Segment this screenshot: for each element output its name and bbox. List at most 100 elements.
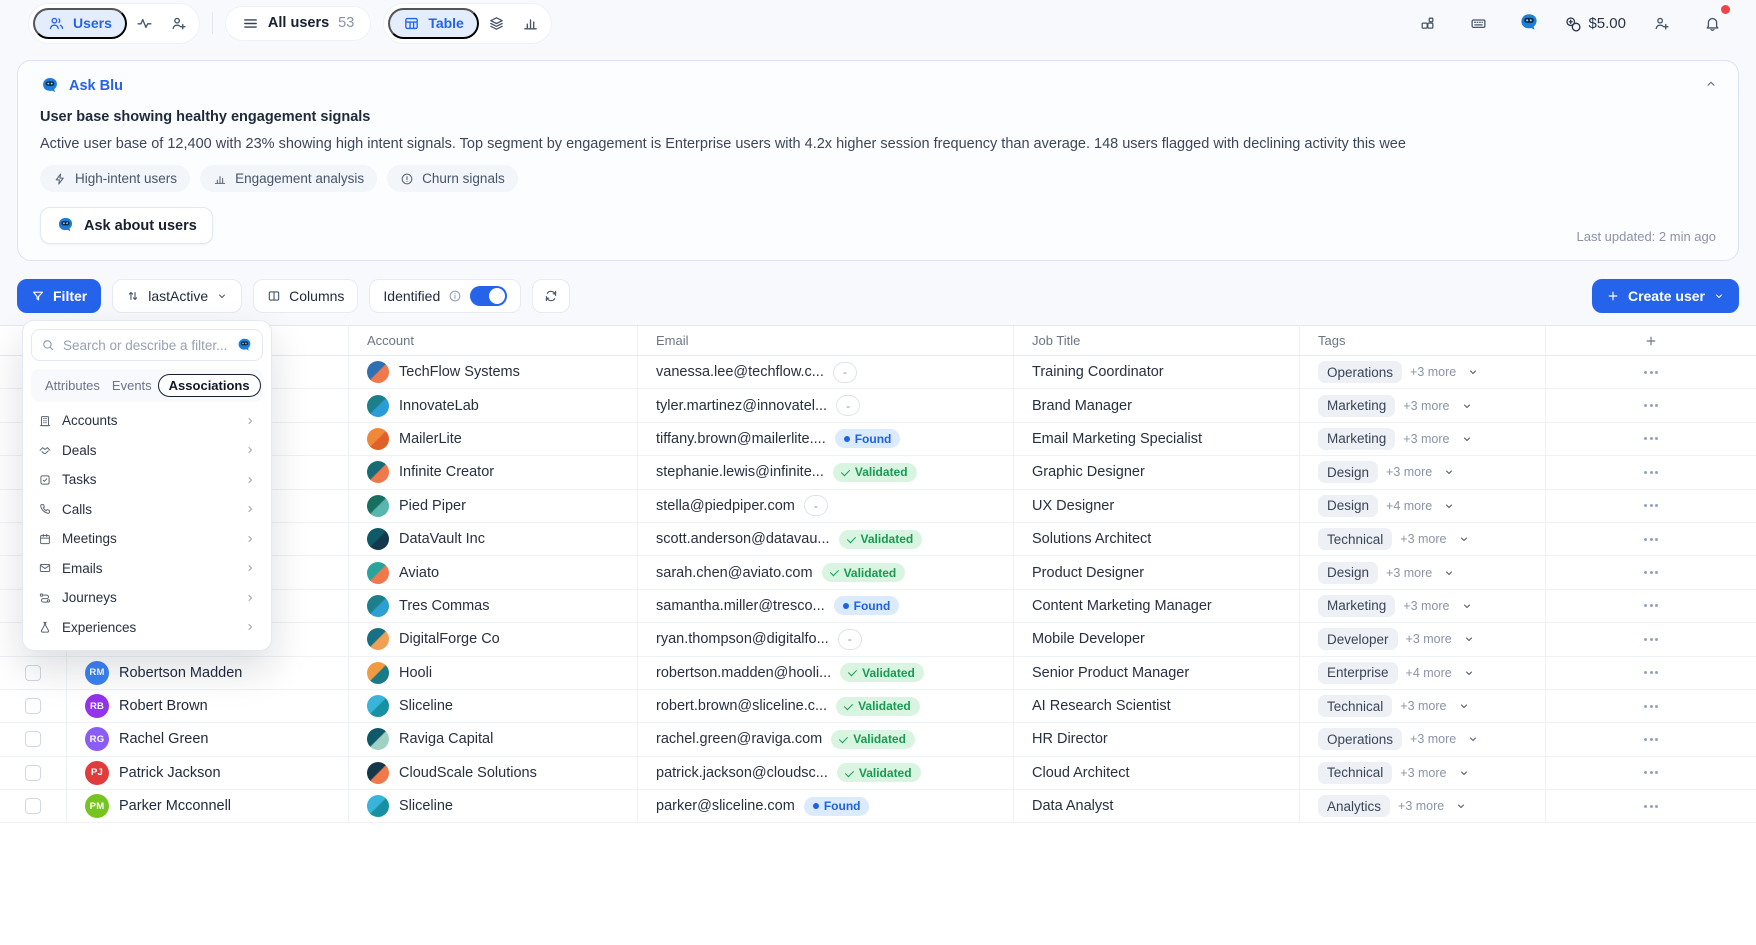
tags-cell[interactable]: Marketing +3 more bbox=[1300, 423, 1546, 455]
name-cell[interactable]: PM Parker Mcconnell bbox=[67, 790, 349, 822]
name-cell[interactable]: RG Rachel Green bbox=[67, 723, 349, 755]
chevron-down-icon[interactable] bbox=[1458, 700, 1470, 712]
row-checkbox[interactable] bbox=[25, 798, 41, 814]
shortcuts-button[interactable] bbox=[1462, 8, 1494, 38]
email-cell[interactable]: samantha.miller@tresco... Found bbox=[638, 590, 1014, 622]
email-cell[interactable]: sarah.chen@aviato.com Validated bbox=[638, 556, 1014, 588]
row-actions-button[interactable] bbox=[1644, 371, 1658, 374]
chevron-down-icon[interactable] bbox=[1443, 500, 1455, 512]
tags-cell[interactable]: Operations +3 more bbox=[1300, 356, 1546, 388]
row-actions-button[interactable] bbox=[1644, 604, 1658, 607]
filter-association-item[interactable]: Deals bbox=[31, 436, 263, 466]
account-cell[interactable]: Sliceline bbox=[349, 790, 638, 822]
filter-association-item[interactable]: Meetings bbox=[31, 524, 263, 554]
blu-assistant-button[interactable] bbox=[1513, 8, 1545, 38]
filter-tab[interactable]: Events bbox=[106, 375, 158, 396]
chevron-down-icon[interactable] bbox=[1463, 633, 1475, 645]
notifications-button[interactable] bbox=[1696, 8, 1728, 38]
email-cell[interactable]: stella@piedpiper.com - bbox=[638, 490, 1014, 522]
row-checkbox[interactable] bbox=[25, 665, 41, 681]
job-title-cell[interactable]: AI Research Scientist bbox=[1014, 690, 1300, 722]
tags-cell[interactable]: Technical +3 more bbox=[1300, 690, 1546, 722]
table-row[interactable]: RG Rachel Green Raviga Capital rachel.gr… bbox=[0, 723, 1756, 756]
email-cell[interactable]: robert.brown@sliceline.c... Validated bbox=[638, 690, 1014, 722]
account-cell[interactable]: Infinite Creator bbox=[349, 456, 638, 488]
filter-association-item[interactable]: Experiences bbox=[31, 613, 263, 643]
invite-user-button[interactable] bbox=[1645, 8, 1677, 38]
header-email[interactable]: Email bbox=[638, 326, 1014, 355]
insight-chip[interactable]: High-intent users bbox=[40, 165, 190, 192]
email-cell[interactable]: patrick.jackson@cloudsc... Validated bbox=[638, 757, 1014, 789]
tab-table-view[interactable]: Table bbox=[388, 8, 479, 39]
row-checkbox[interactable] bbox=[25, 731, 41, 747]
chevron-down-icon[interactable] bbox=[1461, 433, 1473, 445]
chevron-down-icon[interactable] bbox=[1458, 533, 1470, 545]
add-person-button[interactable] bbox=[163, 8, 195, 38]
insight-chip[interactable]: Churn signals bbox=[387, 165, 518, 192]
job-title-cell[interactable]: Product Designer bbox=[1014, 556, 1300, 588]
filter-association-item[interactable]: Journeys bbox=[31, 583, 263, 613]
filter-association-item[interactable]: Emails bbox=[31, 554, 263, 584]
tags-cell[interactable]: Marketing +3 more bbox=[1300, 389, 1546, 421]
row-actions-button[interactable] bbox=[1644, 805, 1658, 808]
row-checkbox[interactable] bbox=[25, 698, 41, 714]
job-title-cell[interactable]: Data Analyst bbox=[1014, 790, 1300, 822]
job-title-cell[interactable]: Graphic Designer bbox=[1014, 456, 1300, 488]
row-actions-button[interactable] bbox=[1644, 771, 1658, 774]
account-cell[interactable]: Sliceline bbox=[349, 690, 638, 722]
job-title-cell[interactable]: Senior Product Manager bbox=[1014, 657, 1300, 689]
tags-cell[interactable]: Operations +3 more bbox=[1300, 723, 1546, 755]
tags-cell[interactable]: Design +4 more bbox=[1300, 490, 1546, 522]
account-cell[interactable]: DataVault Inc bbox=[349, 523, 638, 555]
row-actions-button[interactable] bbox=[1644, 504, 1658, 507]
chevron-down-icon[interactable] bbox=[1461, 400, 1473, 412]
job-title-cell[interactable]: HR Director bbox=[1014, 723, 1300, 755]
name-cell[interactable]: RB Robert Brown bbox=[67, 690, 349, 722]
email-cell[interactable]: vanessa.lee@techflow.c... - bbox=[638, 356, 1014, 388]
job-title-cell[interactable]: Solutions Architect bbox=[1014, 523, 1300, 555]
all-users-selector[interactable]: All users 53 bbox=[225, 6, 371, 41]
layers-view-button[interactable] bbox=[481, 8, 513, 38]
row-actions-button[interactable] bbox=[1644, 638, 1658, 641]
ask-about-users-button[interactable]: Ask about users bbox=[40, 207, 213, 244]
insight-chip[interactable]: Engagement analysis bbox=[200, 165, 377, 192]
chevron-down-icon[interactable] bbox=[1467, 366, 1479, 378]
filter-association-item[interactable]: Calls bbox=[31, 495, 263, 525]
job-title-cell[interactable]: Email Marketing Specialist bbox=[1014, 423, 1300, 455]
job-title-cell[interactable]: Training Coordinator bbox=[1014, 356, 1300, 388]
job-title-cell[interactable]: Mobile Developer bbox=[1014, 623, 1300, 655]
row-actions-button[interactable] bbox=[1644, 738, 1658, 741]
tags-cell[interactable]: Analytics +3 more bbox=[1300, 790, 1546, 822]
chart-view-button[interactable] bbox=[515, 8, 547, 38]
sort-button[interactable]: lastActive bbox=[112, 279, 242, 313]
name-cell[interactable]: RM Robertson Madden bbox=[67, 657, 349, 689]
job-title-cell[interactable]: Content Marketing Manager bbox=[1014, 590, 1300, 622]
create-user-button[interactable]: Create user bbox=[1592, 279, 1739, 313]
tags-cell[interactable]: Enterprise +4 more bbox=[1300, 657, 1546, 689]
apps-button[interactable] bbox=[1411, 8, 1443, 38]
account-cell[interactable]: Pied Piper bbox=[349, 490, 638, 522]
email-cell[interactable]: stephanie.lewis@infinite... Validated bbox=[638, 456, 1014, 488]
chevron-down-icon[interactable] bbox=[1443, 567, 1455, 579]
job-title-cell[interactable]: Brand Manager bbox=[1014, 389, 1300, 421]
tags-cell[interactable]: Developer +3 more bbox=[1300, 623, 1546, 655]
account-cell[interactable]: MailerLite bbox=[349, 423, 638, 455]
row-actions-button[interactable] bbox=[1644, 471, 1658, 474]
row-actions-button[interactable] bbox=[1644, 671, 1658, 674]
tags-cell[interactable]: Design +3 more bbox=[1300, 456, 1546, 488]
table-row[interactable]: RB Robert Brown Sliceline robert.brown@s… bbox=[0, 690, 1756, 723]
row-actions-button[interactable] bbox=[1644, 437, 1658, 440]
chevron-down-icon[interactable] bbox=[1461, 600, 1473, 612]
row-actions-button[interactable] bbox=[1644, 705, 1658, 708]
identified-toggle[interactable] bbox=[470, 286, 507, 306]
row-actions-button[interactable] bbox=[1644, 571, 1658, 574]
tags-cell[interactable]: Technical +3 more bbox=[1300, 757, 1546, 789]
account-cell[interactable]: InnovateLab bbox=[349, 389, 638, 421]
table-row[interactable]: PJ Patrick Jackson CloudScale Solutions … bbox=[0, 757, 1756, 790]
account-cell[interactable]: Raviga Capital bbox=[349, 723, 638, 755]
job-title-cell[interactable]: UX Designer bbox=[1014, 490, 1300, 522]
tags-cell[interactable]: Marketing +3 more bbox=[1300, 590, 1546, 622]
filter-tab[interactable]: Associations bbox=[158, 374, 261, 397]
email-cell[interactable]: tiffany.brown@mailerlite.... Found bbox=[638, 423, 1014, 455]
chevron-down-icon[interactable] bbox=[1467, 733, 1479, 745]
